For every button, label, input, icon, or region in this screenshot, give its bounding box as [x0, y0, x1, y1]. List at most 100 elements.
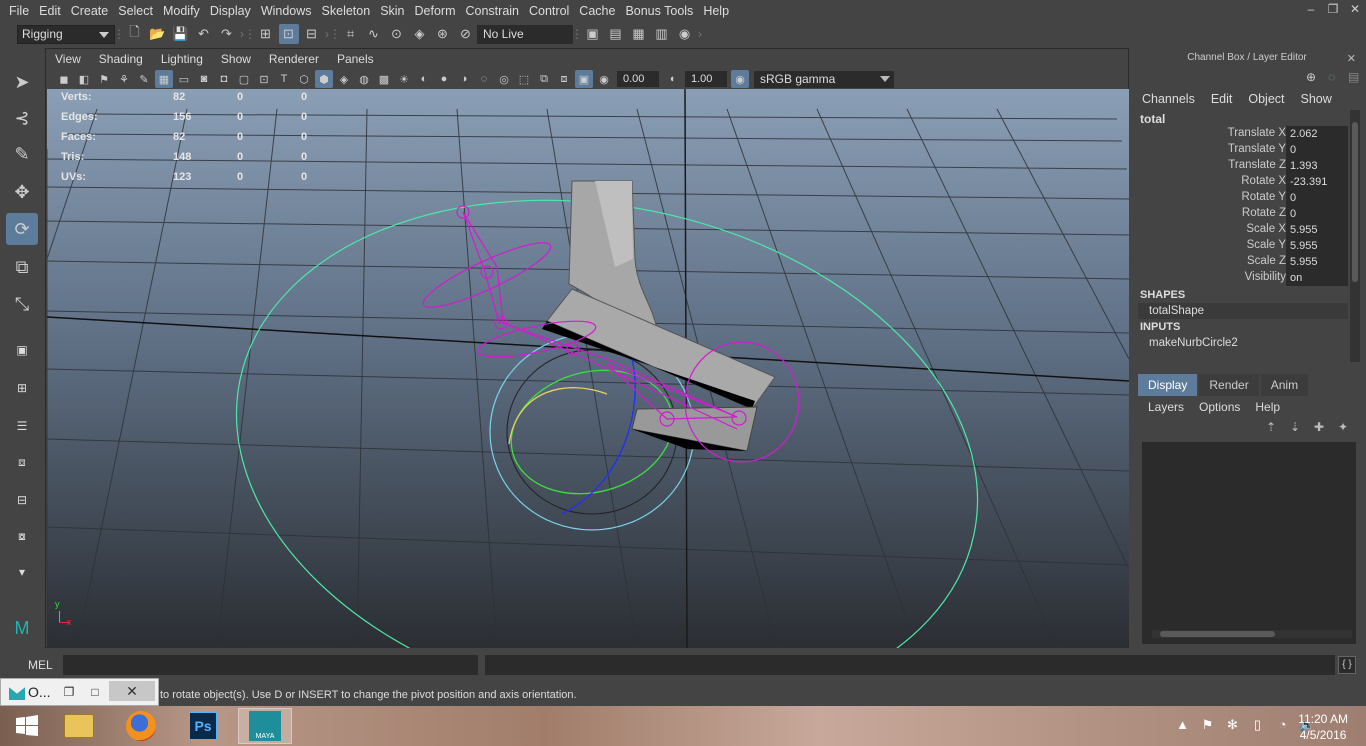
- save-scene-icon[interactable]: 💾: [171, 24, 191, 44]
- taskbar-file-explorer[interactable]: [52, 708, 106, 744]
- menu-modify[interactable]: Modify: [158, 0, 205, 22]
- viewport-menu-lighting[interactable]: Lighting: [152, 52, 212, 66]
- menu-file[interactable]: File: [0, 0, 34, 22]
- tray-network-icon[interactable]: ◔: [1270, 717, 1295, 733]
- attr-value-field[interactable]: 5.955: [1286, 222, 1348, 238]
- cb-menu-channels[interactable]: Channels: [1142, 92, 1195, 106]
- smooth-shade-icon[interactable]: ⬢: [315, 70, 333, 88]
- attr-translate-z[interactable]: Translate Z 1.393: [1136, 158, 1348, 174]
- attr-translate-x[interactable]: Translate X 2.062: [1136, 126, 1348, 142]
- attr-scale-z[interactable]: Scale Z 5.955: [1136, 254, 1348, 270]
- layout-single-icon[interactable]: ▣: [8, 336, 36, 364]
- tray-flag-icon[interactable]: ⚑: [1195, 717, 1220, 733]
- live-surface-field[interactable]: No Live Surface: [477, 24, 573, 60]
- layout-four-icon[interactable]: ⊞: [8, 374, 36, 402]
- isolate-select-icon[interactable]: ⬚: [515, 70, 533, 88]
- safe-title-icon[interactable]: T: [275, 70, 293, 88]
- xray-components-icon[interactable]: ▣: [575, 70, 593, 88]
- viewport-menu-shading[interactable]: Shading: [90, 52, 152, 66]
- window-close-icon[interactable]: ✕: [109, 681, 155, 701]
- new-layer-icon[interactable]: ✚: [1314, 420, 1338, 434]
- tray-overflow-icon[interactable]: ▲: [1170, 717, 1195, 733]
- taskbar-clock[interactable]: 11:20 AM 4/5/2016: [1298, 711, 1348, 743]
- shadows-icon[interactable]: ◐: [415, 70, 433, 88]
- grid-toggle-icon[interactable]: ▦: [155, 70, 173, 88]
- menu-display[interactable]: Display: [205, 0, 256, 22]
- tab-display[interactable]: Display: [1138, 374, 1198, 396]
- restore-button[interactable]: ❐: [1322, 0, 1344, 18]
- attr-value-field[interactable]: 5.955: [1286, 238, 1348, 254]
- tray-security-icon[interactable]: ✻: [1220, 717, 1245, 733]
- rotate-tool-icon[interactable]: ⟳: [6, 213, 38, 245]
- layout-script-icon[interactable]: ⧇: [8, 522, 36, 550]
- attr-translate-y[interactable]: Translate Y0: [1136, 142, 1348, 158]
- lasso-tool-icon[interactable]: ⊰: [6, 102, 38, 134]
- close-button[interactable]: ✕: [1344, 0, 1366, 18]
- menu-select[interactable]: Select: [113, 0, 158, 22]
- mel-label[interactable]: MEL: [28, 658, 53, 672]
- wireframe-icon[interactable]: ⬡: [295, 70, 313, 88]
- snap-point-icon[interactable]: ⊙: [387, 24, 407, 44]
- use-lights-icon[interactable]: ☀: [395, 70, 413, 88]
- attr-visibility[interactable]: Visibility on: [1136, 270, 1348, 286]
- tab-anim[interactable]: Anim: [1260, 374, 1309, 396]
- render-frame-icon[interactable]: ▤: [606, 24, 626, 44]
- menu-skin[interactable]: Skin: [375, 0, 409, 22]
- paint-select-tool-icon[interactable]: ✎: [6, 138, 38, 170]
- antialias-icon[interactable]: ◌: [475, 70, 493, 88]
- snap-grid-icon[interactable]: ⌗: [341, 24, 361, 44]
- view-transform-dropdown[interactable]: sRGB gamma: [754, 70, 894, 88]
- layer-list-hscroll[interactable]: [1152, 630, 1352, 638]
- le-menu-help[interactable]: Help: [1255, 400, 1280, 414]
- snap-view-plane-icon[interactable]: ◈: [410, 24, 430, 44]
- tool-settings-icon[interactable]: ◌: [1328, 70, 1335, 84]
- xray-icon[interactable]: ⧉: [535, 70, 553, 88]
- xray-joints-icon[interactable]: ⧈: [555, 70, 573, 88]
- menu-cache[interactable]: Cache: [574, 0, 620, 22]
- scrollbar-thumb[interactable]: [1160, 631, 1275, 637]
- move-layer-up-icon[interactable]: ⇡: [1266, 420, 1290, 434]
- snap-live-icon[interactable]: ⊛: [433, 24, 453, 44]
- checker-icon[interactable]: ▩: [375, 70, 393, 88]
- tray-battery-icon[interactable]: ▯: [1245, 717, 1270, 733]
- shape-node-item[interactable]: totalShape: [1138, 303, 1348, 319]
- film-gate-icon[interactable]: ▭: [175, 70, 193, 88]
- scrollbar-thumb[interactable]: [1352, 122, 1358, 282]
- attr-value-field[interactable]: -23.391: [1286, 174, 1348, 190]
- attribute-editor-icon[interactable]: ⊕: [1306, 70, 1316, 84]
- window-restore-icon[interactable]: ❐: [57, 685, 81, 699]
- exposure-field[interactable]: 0.00: [617, 71, 659, 87]
- attr-rotate-y[interactable]: Rotate Y0: [1136, 190, 1348, 206]
- window-maximize-icon[interactable]: □: [83, 685, 107, 699]
- cb-menu-edit[interactable]: Edit: [1211, 92, 1233, 106]
- attr-value-field[interactable]: 0: [1286, 190, 1348, 206]
- camera-select-icon[interactable]: ◼: [55, 70, 73, 88]
- ambient-occlusion-icon[interactable]: ●: [435, 70, 453, 88]
- script-editor-icon[interactable]: { }: [1338, 656, 1356, 674]
- layout-graph-icon[interactable]: ⧈: [8, 448, 36, 476]
- gate-mask-icon[interactable]: ◘: [215, 70, 233, 88]
- gamma-icon[interactable]: ◖: [663, 70, 681, 88]
- cb-menu-object[interactable]: Object: [1248, 92, 1284, 106]
- ipr-render-icon[interactable]: ▦: [629, 24, 649, 44]
- move-layer-down-icon[interactable]: ⇣: [1290, 420, 1314, 434]
- le-menu-options[interactable]: Options: [1199, 400, 1240, 414]
- taskbar-photoshop[interactable]: Ps: [176, 708, 230, 744]
- redo-icon[interactable]: ↷: [217, 24, 237, 44]
- layout-dropdown-icon[interactable]: ▾: [8, 558, 36, 586]
- menu-windows[interactable]: Windows: [256, 0, 317, 22]
- channel-box-scrollbar[interactable]: [1350, 110, 1360, 362]
- minimized-window[interactable]: O... ❐ □ ✕: [0, 678, 159, 706]
- attr-scale-x[interactable]: Scale X 5.955: [1136, 222, 1348, 238]
- move-tool-icon[interactable]: ✥: [6, 176, 38, 208]
- magnet-icon[interactable]: ⊘: [456, 24, 476, 44]
- mel-input[interactable]: [63, 655, 478, 675]
- menu-help[interactable]: Help: [698, 0, 734, 22]
- menu-skeleton[interactable]: Skeleton: [317, 0, 376, 22]
- select-tool-icon[interactable]: ➤: [6, 66, 38, 98]
- exposure-icon[interactable]: ◉: [595, 70, 613, 88]
- viewport-menu-show[interactable]: Show: [212, 52, 260, 66]
- menu-constrain[interactable]: Constrain: [461, 0, 525, 22]
- attr-value-field[interactable]: on: [1286, 270, 1348, 286]
- minimize-button[interactable]: –: [1300, 0, 1322, 18]
